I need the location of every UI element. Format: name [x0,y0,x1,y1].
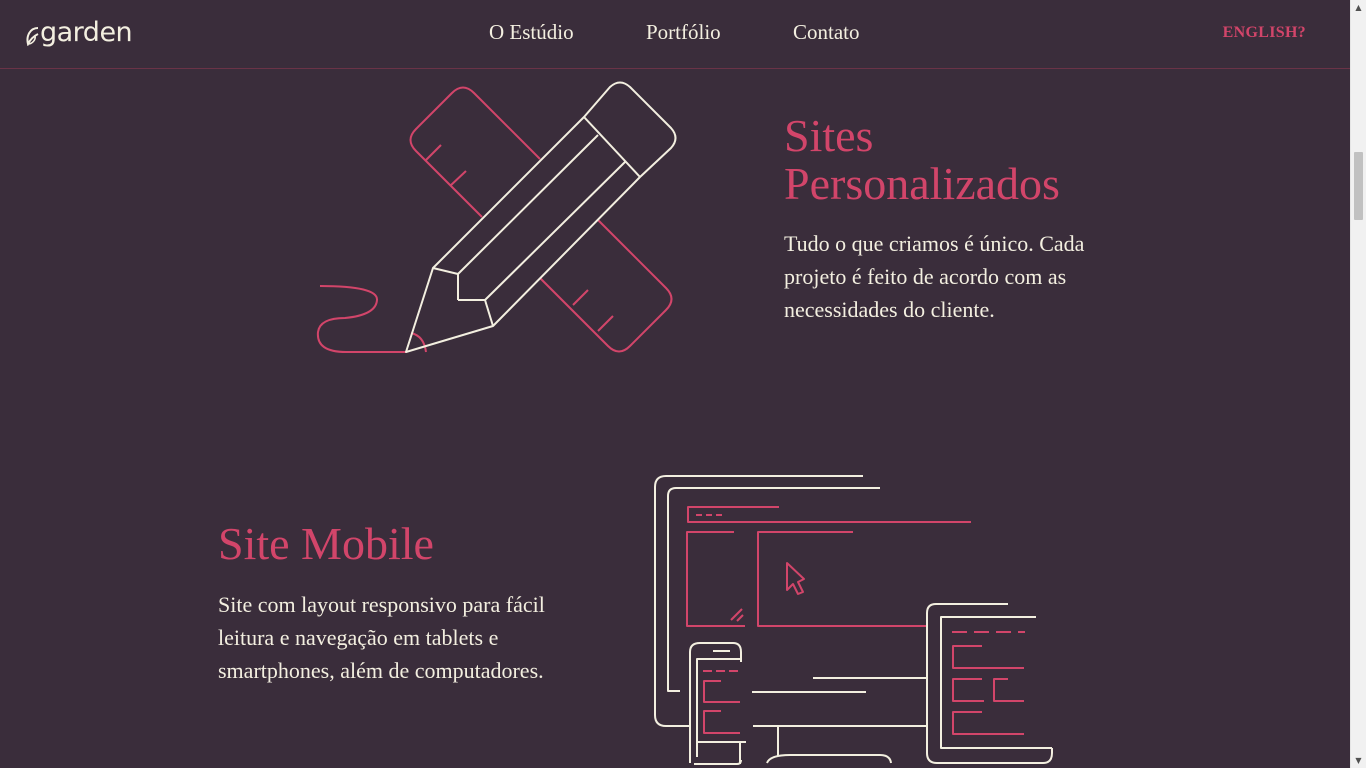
pencil-ruler-icon [316,81,677,353]
section-text-custom-sites: Tudo o que criamos é único. Cada projeto… [784,231,1085,322]
page-scrollbar[interactable]: ▲ ▼ [1350,0,1366,768]
site-header: garden O Estúdio Portfólio Contato ENGLI… [0,0,1351,69]
scrollbar-thumb[interactable] [1354,152,1363,220]
section-text-mobile-site: Site com layout responsivo para fácil le… [218,592,545,683]
responsive-devices-icon [654,475,1053,765]
section-title-custom-sites: Sites Personalizados [784,110,1060,209]
page: garden O Estúdio Portfólio Contato ENGLI… [0,0,1366,768]
nav-link-portfolio[interactable]: Portfólio [646,20,721,45]
nav-link-contato[interactable]: Contato [793,20,860,45]
scroll-down-arrow-icon[interactable]: ▼ [1351,753,1366,768]
scroll-up-arrow-icon[interactable]: ▲ [1351,0,1366,15]
language-switch-link[interactable]: ENGLISH? [1223,24,1306,42]
main-nav: O Estúdio Portfólio Contato [0,20,1351,48]
nav-link-estudio[interactable]: O Estúdio [489,20,574,45]
section-title-mobile-site: Site Mobile [218,518,434,569]
